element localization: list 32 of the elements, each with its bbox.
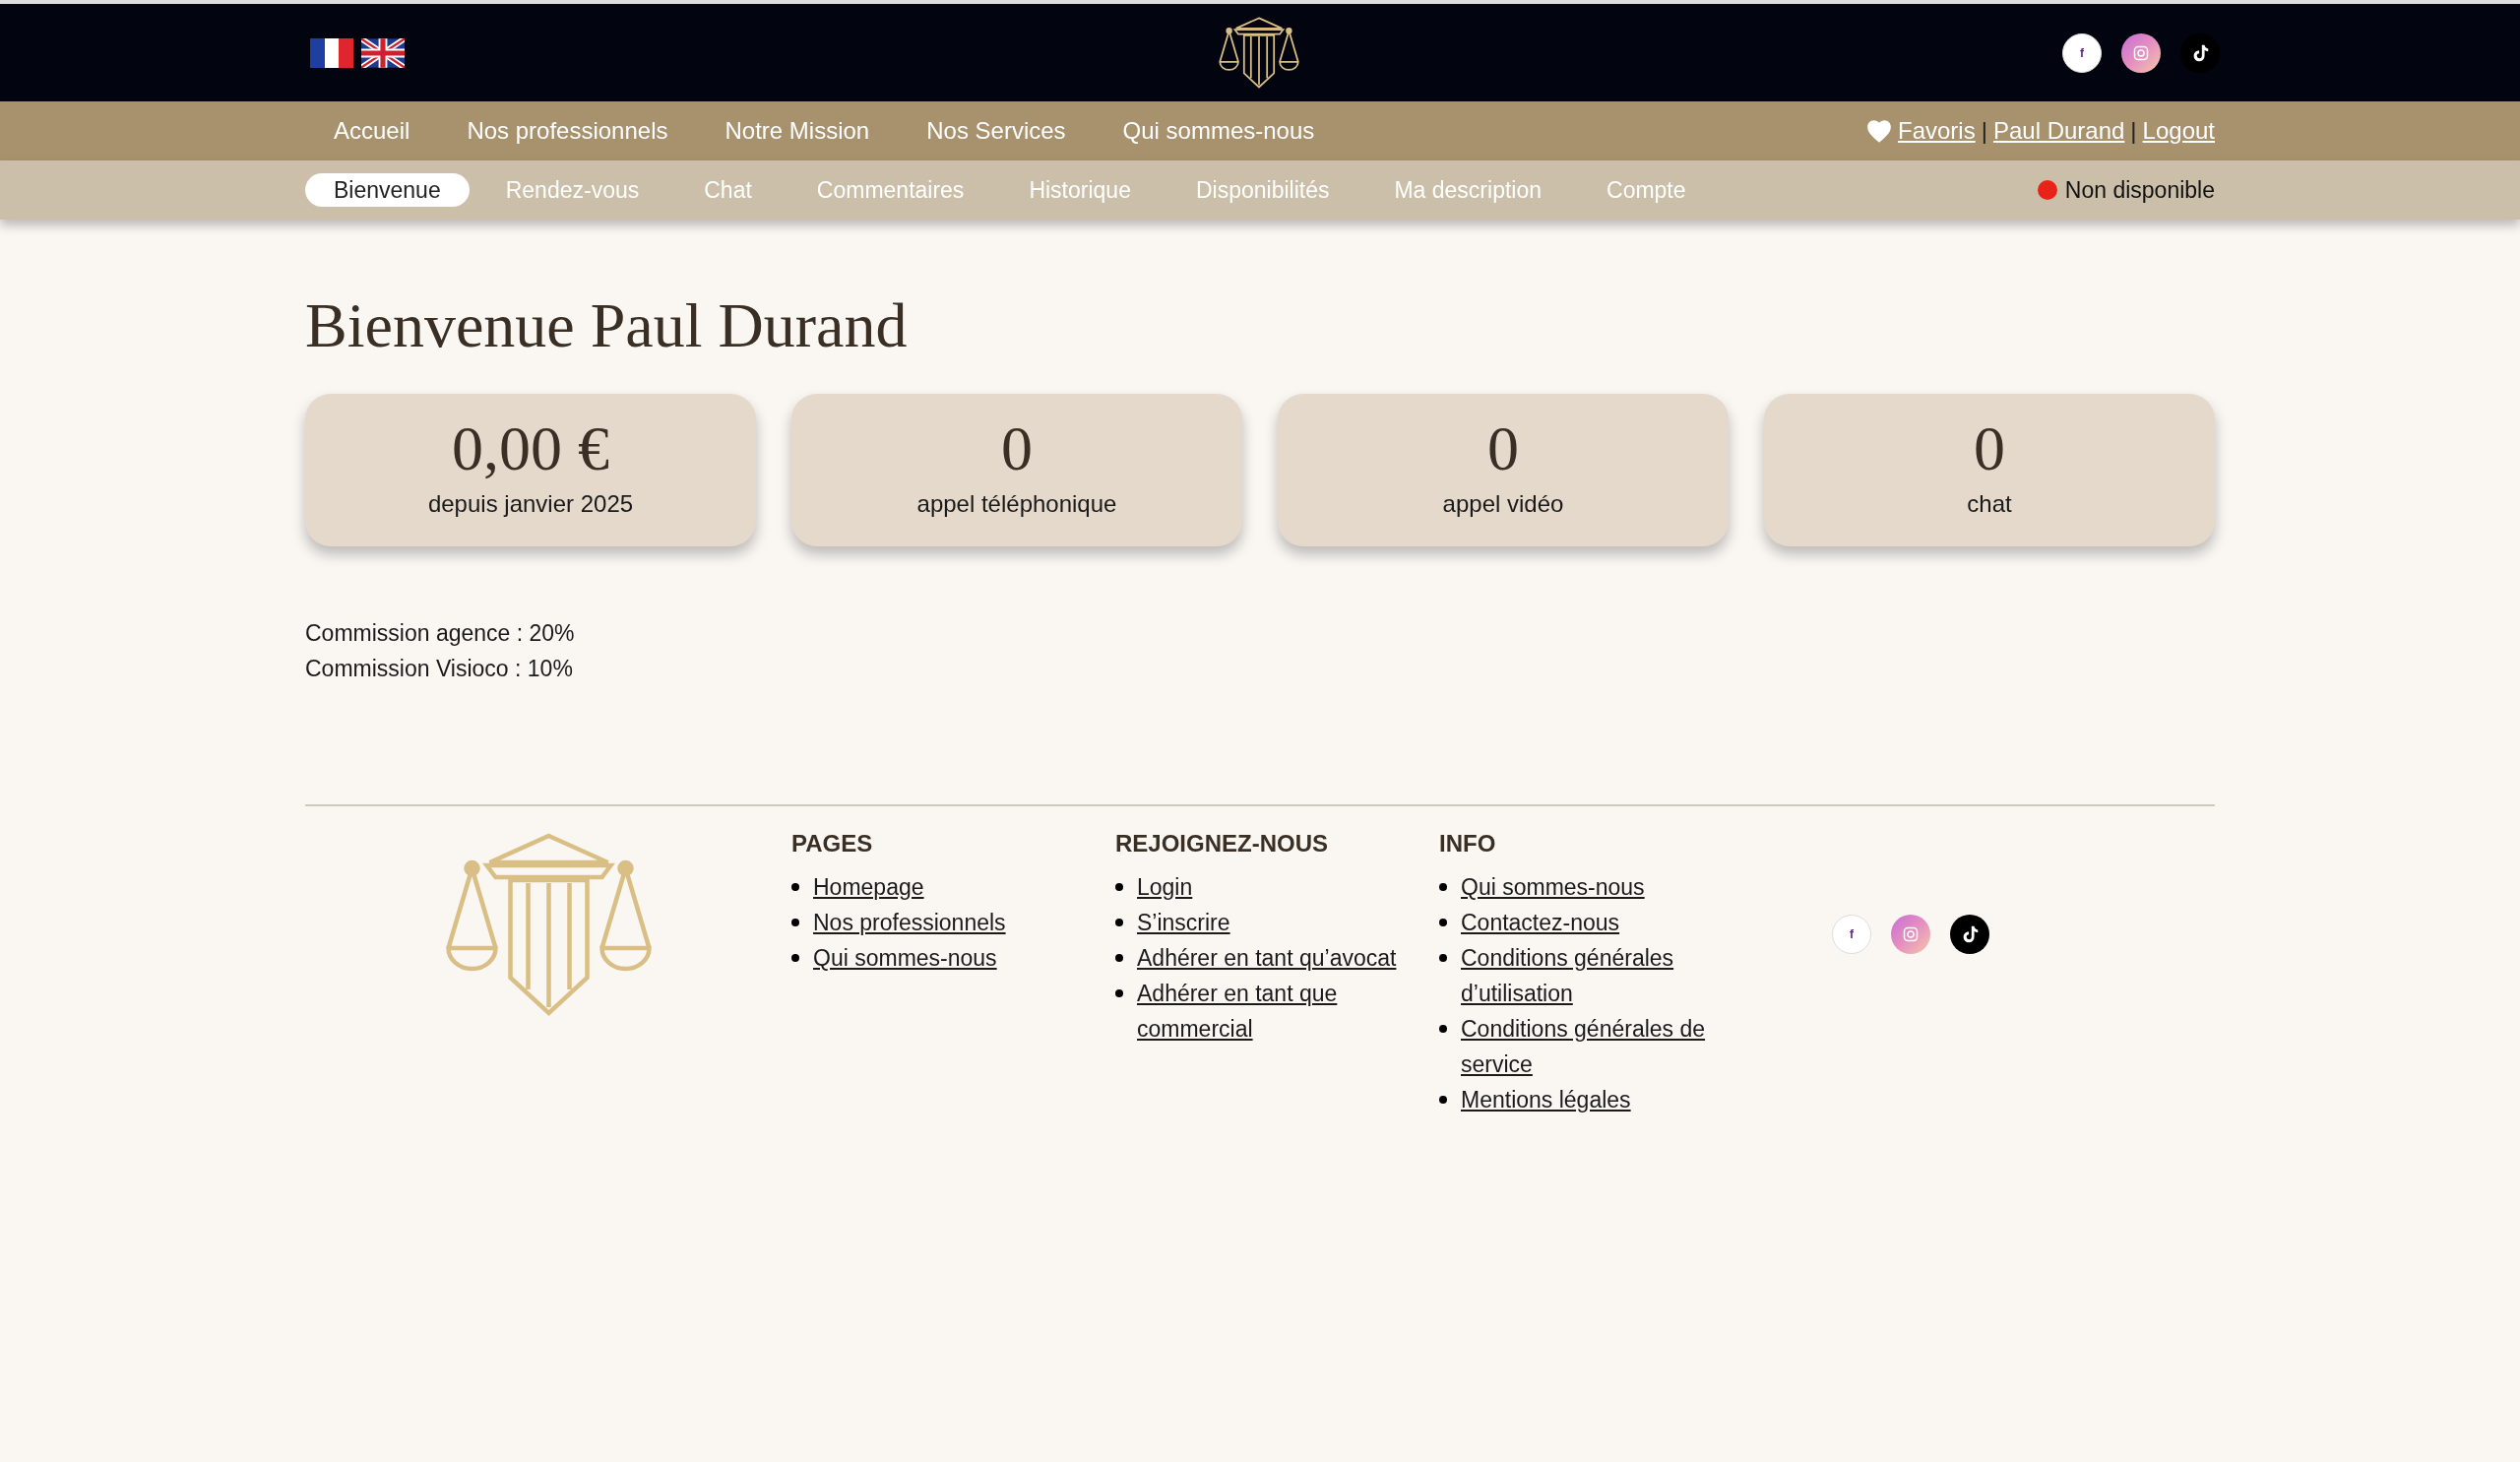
footer-heading: REJOIGNEZ-NOUS	[1115, 828, 1330, 858]
facebook-button[interactable]: f	[1832, 914, 1871, 954]
commission-text: Commission agence : 20%	[305, 618, 576, 648]
separator: |	[2130, 116, 2137, 146]
footer-link[interactable]: S’inscrire	[1137, 904, 1230, 940]
footer-heading: PAGES	[791, 828, 874, 858]
status-label: Non disponible	[2064, 175, 2215, 205]
footer-link[interactable]: Login	[1137, 868, 1193, 905]
page-title: Bienvenue Paul Durand	[305, 289, 909, 362]
stat-label: depuis janvier 2025	[427, 489, 634, 520]
footer-link[interactable]: Mentions légales	[1461, 1081, 1631, 1117]
stat-label: appel vidéo	[1442, 489, 1564, 520]
footer-link[interactable]: Contactez-nous	[1461, 904, 1620, 940]
footer-link[interactable]: Qui sommes-nous	[1461, 868, 1645, 905]
stat-value: 0	[1487, 417, 1519, 481]
footer-link[interactable]: Conditions générales d’utilisation	[1461, 939, 1732, 1011]
stat-label: chat	[1967, 489, 2012, 520]
footer-heading: INFO	[1439, 828, 1497, 858]
footer-link[interactable]: Adhérer en tant qu’avocat	[1137, 939, 1397, 976]
footer-link[interactable]: Qui sommes-nous	[813, 939, 997, 976]
separator: |	[1981, 116, 1987, 146]
commission-text: Commission Visioco : 10%	[305, 654, 574, 683]
tab[interactable]: Bienvenue	[305, 173, 470, 207]
stat-label: appel téléphonique	[916, 489, 1117, 520]
facebook-button[interactable]: f	[2062, 32, 2102, 73]
footer-link[interactable]: Conditions générales de service	[1461, 1010, 1732, 1082]
footer-link[interactable]: Nos professionnels	[813, 904, 1006, 940]
footer-link[interactable]: Homepage	[813, 868, 924, 905]
stat-value: 0,00 €	[452, 417, 609, 481]
stat-value: 0	[1001, 417, 1033, 481]
stat-value: 0	[1974, 417, 2005, 481]
footer-link[interactable]: Adhérer en tant que commercial	[1137, 975, 1408, 1047]
